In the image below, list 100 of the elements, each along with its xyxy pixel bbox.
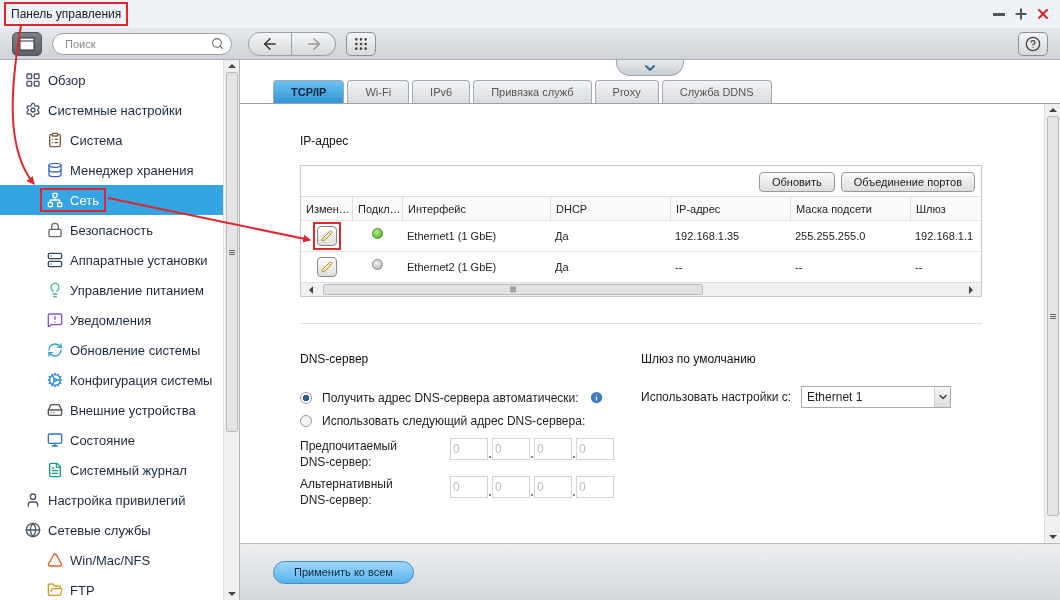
sidebar-label: Уведомления [70,312,152,328]
search-icon [211,36,224,50]
tab[interactable]: TCP/IP [273,80,345,103]
sidebar-label: Системный журнал [70,462,187,478]
document-icon [47,462,63,478]
panel-toggle-button[interactable] [12,31,42,56]
lock-icon [47,222,63,238]
user-icon [25,492,41,508]
radio-button[interactable] [300,391,312,404]
back-button[interactable] [248,31,292,56]
sidebar-item[interactable]: Управление питанием [0,275,223,305]
sidebar-item[interactable]: Win/Mac/NFS [0,545,223,575]
sidebar-label: Системные настройки [48,102,183,118]
window-icon [19,36,35,51]
interface-dropdown[interactable]: Ethernet 1 [801,386,952,408]
table-button[interactable]: Объединение портов [840,172,975,192]
field-label: Альтернативный DNS-сервер: [300,476,394,508]
section-title: IP-адрес [300,134,350,148]
minus-icon [993,12,1005,16]
apply-button[interactable]: Применить ко всем [273,560,414,584]
sidebar-label: Сетевые службы [48,522,151,538]
sidebar-item[interactable]: Конфигурация системы [0,365,223,395]
table-button[interactable]: Обновить [758,172,835,192]
sidebar-label: Обновление системы [70,342,201,358]
column-header[interactable]: DHCP [550,196,670,220]
sidebar-item[interactable]: Обновление системы [0,335,223,365]
column-header[interactable]: Измен… [301,196,352,220]
section-title: Шлюз по умолчанию [641,352,757,366]
sidebar-item[interactable]: Уведомления [0,305,223,335]
refresh-icon [47,342,63,358]
sidebar-item[interactable]: Внешние устройства [0,395,223,425]
tab[interactable]: Proxy [594,80,659,103]
table-cell: 192.168.1.1 [910,220,981,251]
edit-button[interactable] [316,257,337,277]
sidebar-label: Аппаратные установки [70,252,208,268]
sidebar-label: Состояние [70,432,135,448]
triangle-icon [47,552,63,568]
sidebar-label: Обзор [48,72,86,88]
tab[interactable]: Служба DDNS [661,80,772,103]
help-icon [1025,35,1041,52]
sidebar-label: Win/Mac/NFS [70,552,151,568]
table-cell: 255.255.255.0 [790,220,910,251]
sidebar-label: Конфигурация системы [70,372,213,388]
sidebar-item[interactable]: Аппаратные установки [0,245,223,275]
scrollbar[interactable] [1044,104,1060,543]
sidebar-item[interactable]: Системные настройки [0,95,223,125]
field-label: Предпочитаемый DNS-сервер: [300,438,398,470]
monitor-icon [47,432,63,448]
help-button[interactable] [1018,31,1048,56]
sidebar-item[interactable]: Состояние [0,425,223,455]
sidebar-item[interactable]: Менеджер хранения [0,155,223,185]
column-header[interactable]: Шлюз [910,196,981,220]
sidebar-item[interactable]: Настройка привилегий [0,485,223,515]
column-header[interactable]: Подкл… [352,196,402,220]
table-cell: Ethernet1 (1 GbE) [402,220,550,251]
search-field[interactable]: Поиск [52,32,232,55]
radio-label: Получить адрес DNS-сервера автоматически: [322,390,579,405]
gear-icon [25,102,41,118]
column-header[interactable]: Интерфейс [402,196,550,220]
grid-icon [353,35,369,52]
forward-button[interactable] [292,31,336,56]
server-icon [47,252,63,268]
drive-icon [47,402,63,418]
info-icon[interactable] [588,390,604,405]
globe-icon [25,522,41,538]
column-header[interactable]: Маска подсети [790,196,910,220]
database-icon [47,162,63,178]
radio-label: Использовать следующий адрес DNS-сервера: [322,413,586,428]
pencil-icon [320,230,333,242]
scrollbar[interactable] [223,60,239,600]
collapse-handle[interactable] [616,60,684,76]
folder-icon [47,582,63,598]
tab[interactable]: Привязка служб [473,80,592,103]
sidebar-label: Сеть [70,192,99,208]
close-icon [1035,6,1051,22]
sidebar-item[interactable]: Безопасность [0,215,223,245]
sidebar-label: Менеджер хранения [70,162,194,178]
tab[interactable]: Wi-Fi [347,80,410,103]
pencil-icon [320,261,333,273]
sidebar-label: Внешние устройства [70,402,196,418]
sidebar-item[interactable]: Сетевые службы [0,515,223,545]
sidebar-label: FTP [70,582,95,598]
table-cell: Да [550,220,670,251]
lightbulb-icon [47,282,63,298]
tab[interactable]: IPv6 [412,80,471,103]
column-header[interactable]: IP-адрес [670,196,790,220]
network-icon [47,192,63,208]
sidebar-item[interactable]: FTP [0,575,223,600]
apps-button[interactable] [346,31,376,56]
sidebar-item[interactable]: Система [0,125,223,155]
field-label: Использовать настройки с: [641,390,792,404]
section-title: DNS-сервер [300,352,370,366]
window-title: Панель управления [4,2,129,26]
sidebar-label: Управление питанием [70,282,204,298]
horizontal-scrollbar[interactable] [301,282,981,296]
sidebar-item[interactable]: Обзор [0,65,223,95]
radio-button[interactable] [300,414,312,427]
sidebar-item[interactable]: Системный журнал [0,455,223,485]
grid-icon [25,72,41,88]
message-icon [47,312,63,328]
